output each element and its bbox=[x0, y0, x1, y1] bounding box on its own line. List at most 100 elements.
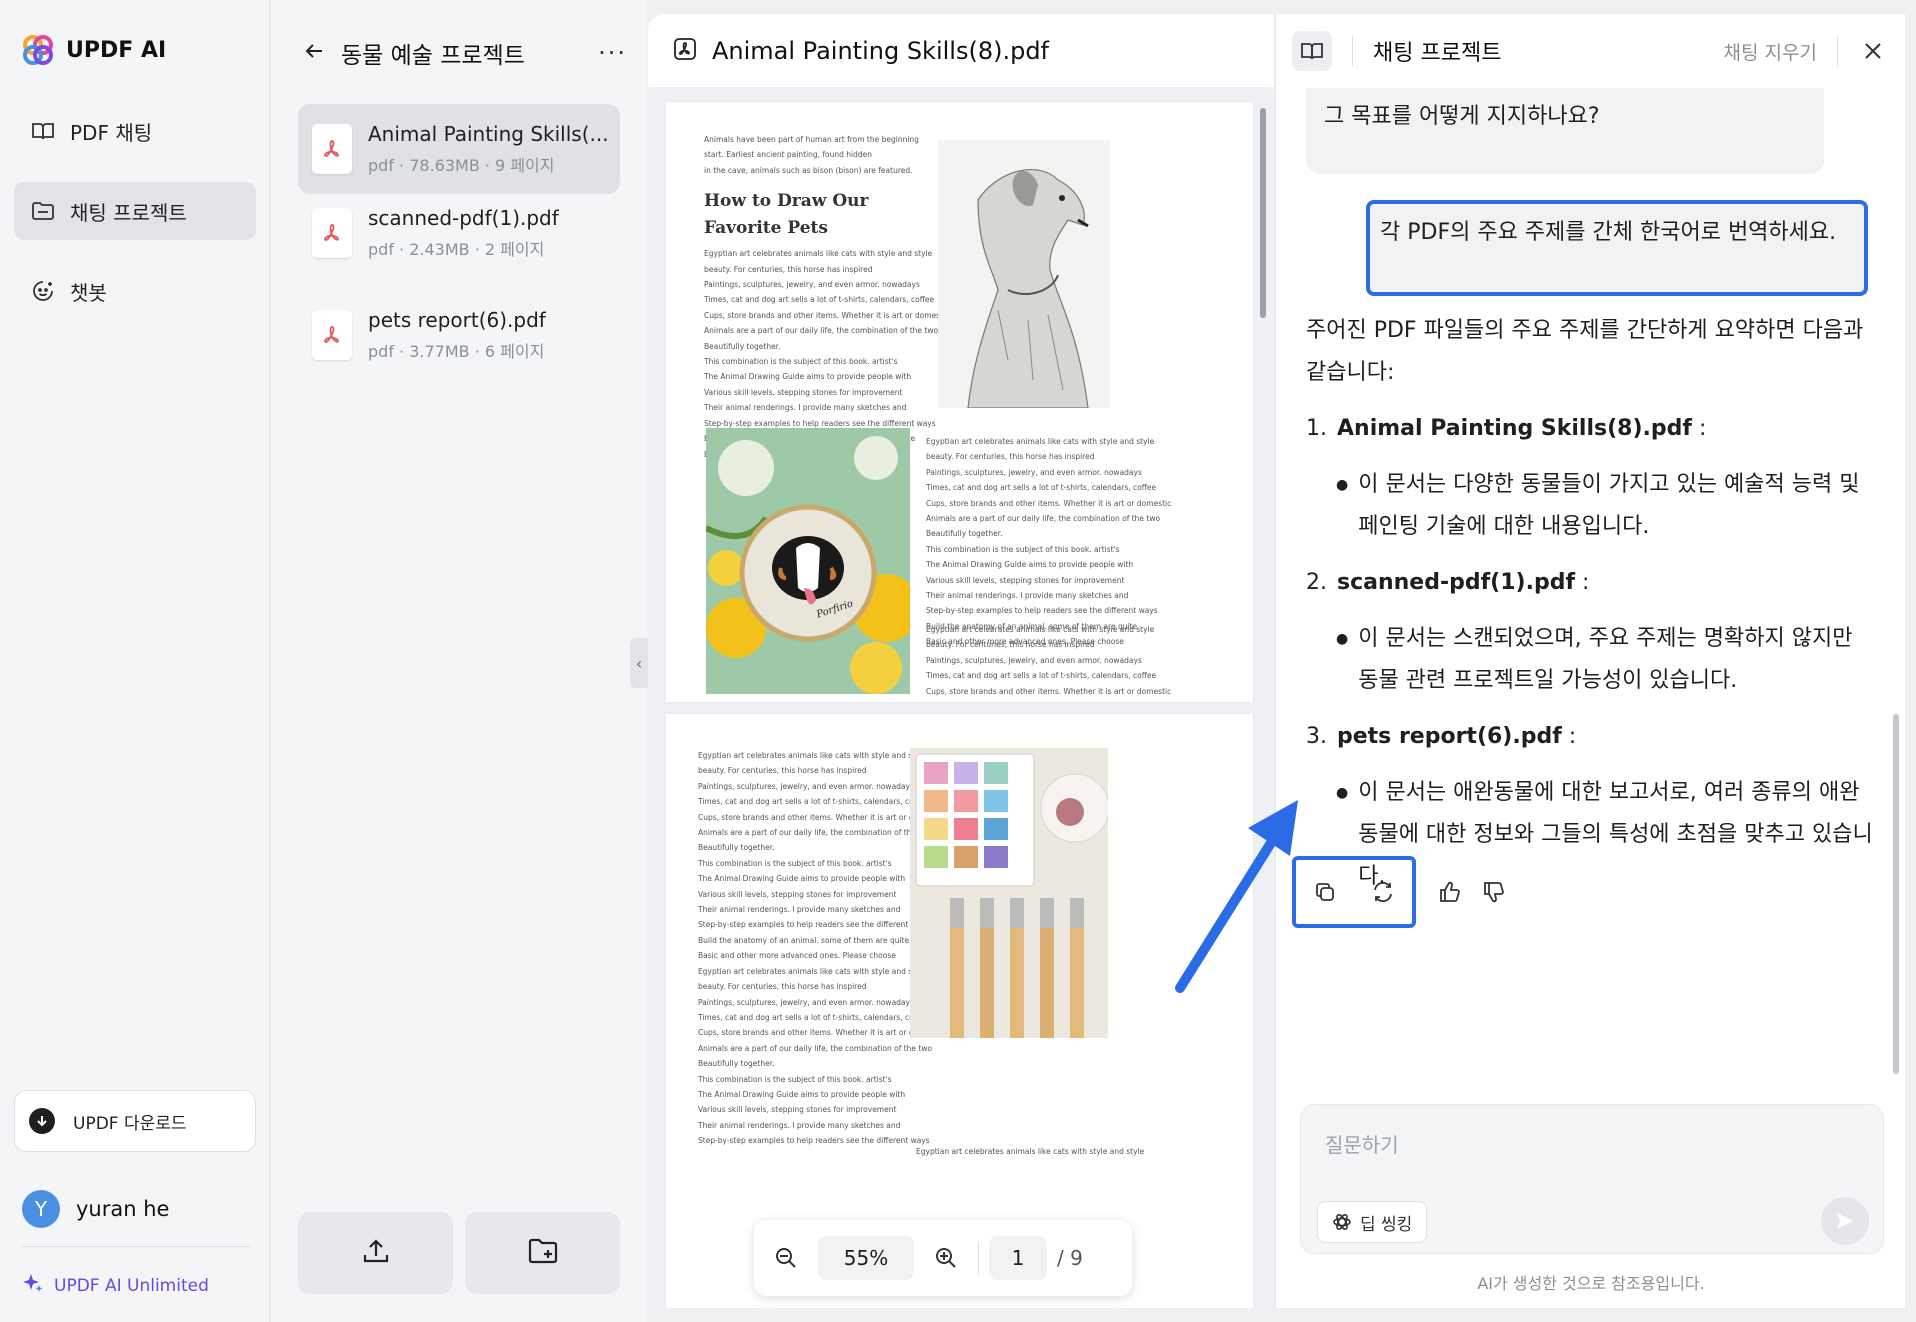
clear-chat-button[interactable]: 채팅 지우기 bbox=[1724, 38, 1817, 65]
zoom-toolbar: 55% 1 / 9 bbox=[754, 1220, 1132, 1296]
brand[interactable]: UPDF AI bbox=[22, 34, 166, 66]
page-text-line: The Animal Drawing Guide aims to provide… bbox=[698, 1089, 906, 1099]
page-intro-line: start. Earliest ancient painting, found … bbox=[704, 150, 873, 160]
upload-button[interactable] bbox=[298, 1212, 453, 1294]
answer-bullet: ● 이 문서는 스캔되었으며, 주요 주제는 명확하지 않지만 동물 관련 프로… bbox=[1336, 618, 1876, 702]
thumbs-up-button[interactable] bbox=[1430, 872, 1470, 912]
zoom-in-button[interactable] bbox=[924, 1236, 968, 1280]
page-text-line: Animals are a part of our daily life, th… bbox=[704, 326, 939, 336]
answer-list-item: 2. scanned-pdf(1).pdf : bbox=[1306, 562, 1876, 604]
sidebar-item-label: 채팅 프로젝트 bbox=[70, 200, 187, 225]
page-text-line: Animals are a part of our daily life, th… bbox=[926, 514, 1161, 524]
user-message: 각 PDF의 주요 주제를 간체 한국어로 번역하세요. bbox=[1366, 200, 1868, 296]
viewer-scrollbar[interactable] bbox=[1260, 108, 1266, 318]
dog-sketch-image bbox=[938, 140, 1110, 409]
question-input[interactable] bbox=[1325, 1125, 1845, 1165]
page-text-line: Beautifully together. bbox=[704, 341, 781, 351]
chat-messages[interactable]: 이 프로젝트의 궁극적인 목표는 무엇이며, 각 문서가 그 목표를 어떻게 지… bbox=[1276, 88, 1905, 1088]
bullet-dot: ● bbox=[1336, 477, 1349, 493]
pdf-page: Egyptian art celebrates animals like cat… bbox=[666, 714, 1253, 1308]
paint-palette-photo bbox=[910, 748, 1108, 1038]
project-header: 동물 예술 프로젝트 ··· bbox=[303, 36, 627, 70]
previous-user-message: 이 프로젝트의 궁극적인 목표는 무엇이며, 각 문서가 그 목표를 어떻게 지… bbox=[1306, 88, 1824, 174]
page-text-line: Cups, store brands and other items. Whet… bbox=[698, 1028, 944, 1038]
chat-header: 채팅 프로젝트 채팅 지우기 bbox=[1276, 14, 1905, 88]
page-intro-line: in the cave, animals such as bison (biso… bbox=[704, 165, 913, 175]
page-text-line: Beautifully together. bbox=[698, 843, 775, 853]
chat-title: 채팅 프로젝트 bbox=[1373, 41, 1502, 66]
sidebar-item-chat-project[interactable]: 채팅 프로젝트 bbox=[14, 182, 256, 240]
sidebar-item-chatbot[interactable]: 챗봇 bbox=[14, 262, 256, 320]
upload-icon bbox=[360, 1235, 392, 1271]
page-text-line: Step-by-step examples to help readers se… bbox=[926, 606, 1158, 616]
list-suffix: : bbox=[1575, 570, 1590, 595]
close-button[interactable] bbox=[1856, 34, 1890, 68]
page-text-line: This combination is the subject of this … bbox=[704, 357, 898, 367]
download-icon bbox=[29, 1108, 55, 1134]
download-label: UPDF 다운로드 bbox=[73, 1113, 187, 1134]
page-text-line: Egyptian art celebrates animals like cat… bbox=[704, 249, 933, 259]
file-reference: Animal Painting Skills(8).pdf bbox=[1337, 416, 1692, 441]
download-button[interactable]: UPDF 다운로드 bbox=[14, 1090, 256, 1152]
user-profile[interactable]: Y yuran he bbox=[22, 1190, 169, 1228]
thumbs-down-button[interactable] bbox=[1474, 872, 1514, 912]
file-item[interactable]: Animal Painting Skills(... pdf · 78.63MB… bbox=[298, 104, 620, 194]
page-text-line: Times, cat and dog art sells a lot of t-… bbox=[704, 295, 935, 305]
page-text-line: Paintings, sculptures, jewelry, and even… bbox=[926, 467, 1142, 477]
page-text-line: Times, cat and dog art sells a lot of t-… bbox=[926, 671, 1157, 681]
page-text-line: Various skill levels, stepping stones fo… bbox=[926, 575, 1125, 585]
send-button[interactable] bbox=[1821, 1197, 1869, 1245]
page-text-line: Paintings, sculptures, jewelry, and even… bbox=[698, 781, 914, 791]
deep-thinking-toggle[interactable]: 딥 씽킹 bbox=[1317, 1201, 1428, 1243]
page-text-line: Their animal renderings. I provide many … bbox=[698, 905, 901, 915]
bullet-text: 이 문서는 스캔되었으며, 주요 주제는 명확하지 않지만 동물 관련 프로젝트… bbox=[1358, 626, 1853, 693]
zoom-out-button[interactable] bbox=[764, 1236, 808, 1280]
file-meta: pdf · 2.43MB · 2 페이지 bbox=[368, 240, 545, 259]
list-number: 3. bbox=[1306, 724, 1327, 749]
file-item[interactable]: scanned-pdf(1).pdf pdf · 2.43MB · 2 페이지 bbox=[298, 188, 620, 278]
list-suffix: : bbox=[1561, 724, 1577, 749]
ai-disclaimer: AI가 생성한 것으로 참조용입니다. bbox=[1477, 1274, 1705, 1293]
sidebar: UPDF AI PDF 채팅 채팅 프로젝트 챗봇 UPDF 다운로드 Y yu… bbox=[0, 0, 270, 1322]
page-text-line: Paintings, sculptures, jewelry, and even… bbox=[698, 997, 914, 1007]
reader-toggle-button[interactable] bbox=[1292, 31, 1332, 71]
project-title: 동물 예술 프로젝트 bbox=[341, 43, 525, 69]
pdf-viewer: Animal Painting Skills(8).pdf Animals ha… bbox=[648, 14, 1274, 1308]
page-text-line: Cups, store brands and other items. Whet… bbox=[926, 686, 1172, 696]
page-text-line: beauty. For centuries, this horse has in… bbox=[698, 982, 867, 992]
add-folder-button[interactable] bbox=[465, 1212, 620, 1294]
file-item[interactable]: pets report(6).pdf pdf · 3.77MB · 6 페이지 bbox=[298, 290, 620, 380]
thumbs-up-icon bbox=[1440, 881, 1460, 902]
back-arrow-icon[interactable] bbox=[303, 40, 325, 66]
collapse-panel-button[interactable]: ‹ bbox=[630, 638, 648, 688]
page-number-input[interactable]: 1 bbox=[989, 1236, 1047, 1280]
sparkle-icon bbox=[22, 1272, 44, 1299]
page-heading: How to Draw Our bbox=[704, 191, 869, 212]
file-reference: pets report(6).pdf bbox=[1337, 724, 1562, 749]
page-text-line: Times, cat and dog art sells a lot of t-… bbox=[698, 1012, 929, 1022]
copy-button[interactable] bbox=[1305, 872, 1345, 912]
bullet-text: 이 문서는 다양한 동물들이 가지고 있는 예술적 능력 및 페인팅 기술에 대… bbox=[1358, 472, 1860, 539]
page-text-line: Cups, store brands and other items. Whet… bbox=[698, 812, 944, 822]
updf-logo-icon bbox=[22, 34, 54, 66]
zoom-level[interactable]: 55% bbox=[818, 1236, 914, 1280]
page-heading: Favorite Pets bbox=[704, 218, 828, 239]
sidebar-item-pdf-chat[interactable]: PDF 채팅 bbox=[14, 102, 256, 160]
message-text: 이 프로젝트의 궁극적인 목표는 무엇이며, 각 문서가 그 목표를 어떻게 지… bbox=[1324, 88, 1798, 129]
page-text-line: beauty. For centuries, this horse has in… bbox=[698, 766, 867, 776]
page-text-line: Various skill levels, stepping stones fo… bbox=[698, 1105, 897, 1115]
page-text-line: Egyptian art celebrates animals like cat… bbox=[916, 1147, 1145, 1156]
page-intro-line: Animals have been part of human art from… bbox=[704, 135, 919, 144]
pdf-pages[interactable]: Animals have been part of human art from… bbox=[648, 88, 1274, 1308]
regenerate-button[interactable] bbox=[1363, 872, 1403, 912]
page-text-line: beauty. For centuries, this horse has in… bbox=[926, 452, 1095, 462]
page-text-line: Beautifully together. bbox=[926, 529, 1003, 539]
more-options-button[interactable]: ··· bbox=[598, 39, 627, 67]
ai-answer: 주어진 PDF 파일들의 주요 주제를 간단하게 요약하면 다음과 같습니다: … bbox=[1306, 310, 1876, 912]
answer-list-item: 3. pets report(6).pdf : bbox=[1306, 716, 1876, 758]
page-text-line: Animals are a part of our daily life, th… bbox=[698, 1043, 933, 1053]
plan-link[interactable]: UPDF AI Unlimited bbox=[22, 1272, 209, 1299]
embroidery-photo: Porfirio bbox=[706, 428, 910, 694]
chat-scrollbar[interactable] bbox=[1893, 714, 1899, 1074]
sidebar-item-label: 챗봇 bbox=[70, 280, 107, 305]
